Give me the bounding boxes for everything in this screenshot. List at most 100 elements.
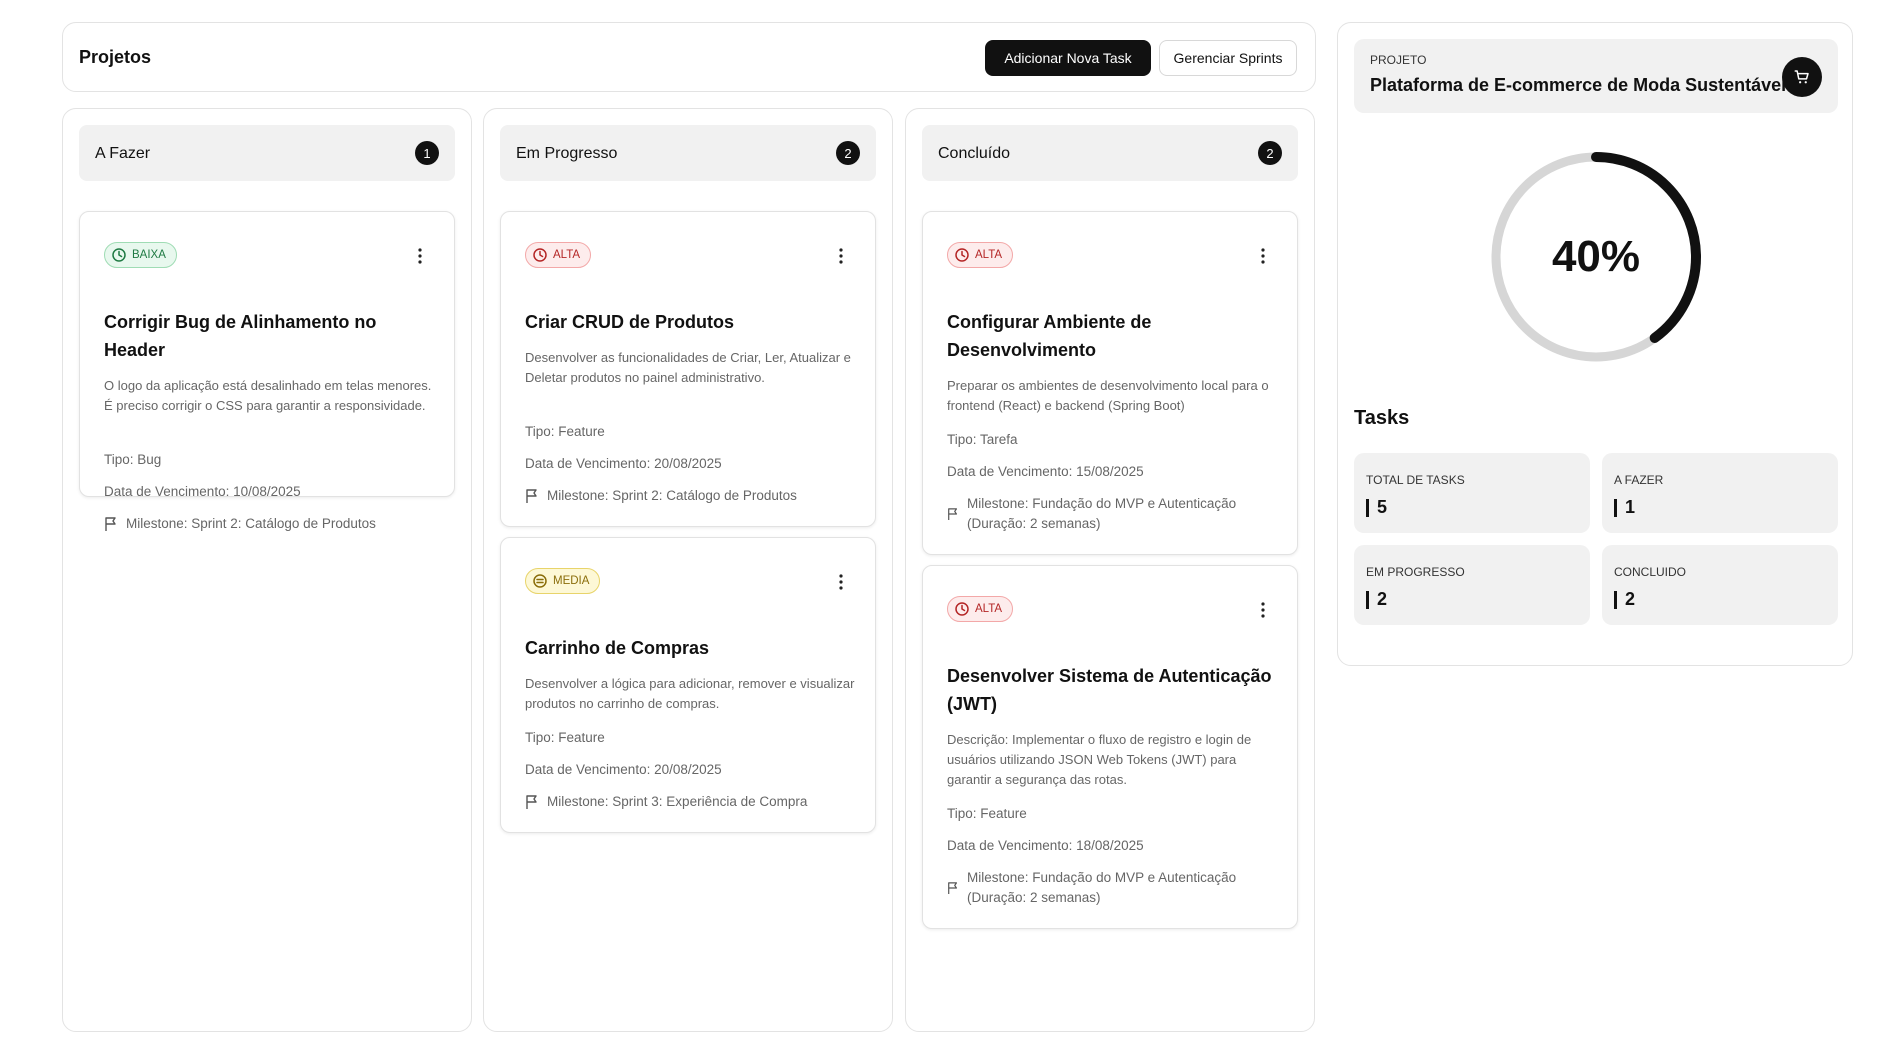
stat-value-row: 5: [1366, 497, 1387, 518]
card-milestone: Milestone: Sprint 2: Catálogo de Produto…: [525, 486, 855, 506]
card-milestone: Milestone: Sprint 2: Catálogo de Produto…: [104, 514, 434, 534]
more-options-icon[interactable]: [1259, 600, 1267, 620]
column-count-badge: 2: [836, 141, 860, 165]
priority-badge: MEDIA: [525, 568, 601, 594]
project-name: Plataforma de E-commerce de Moda Sustent…: [1370, 75, 1787, 95]
column-label: Concluído: [938, 145, 1011, 162]
card-description: Descrição: Implementar o fluxo de regist…: [947, 732, 1252, 787]
project-caption: PROJETO: [1370, 53, 1427, 67]
priority-badge: ALTA: [525, 242, 592, 268]
flag-icon: [105, 517, 116, 531]
stat-value-row: 2: [1366, 589, 1387, 610]
priority-clock-icon: [955, 602, 969, 616]
priority-label: BAIXA: [132, 249, 166, 261]
stat-value-row: 1: [1614, 497, 1635, 518]
priority-label: ALTA: [975, 249, 1003, 261]
column-in-progress: Em Progresso 2 ALTA Criar CRUD de Produt…: [483, 108, 893, 1032]
add-task-button[interactable]: Adicionar Nova Task: [985, 40, 1151, 76]
card-milestone: Milestone: Fundação do MVP e Autenticaçã…: [947, 494, 1277, 534]
card-type: Tipo: Feature: [947, 806, 1027, 821]
card-title: Corrigir Bug de Alinhamento no Header: [104, 312, 377, 360]
stat-bar: [1366, 590, 1369, 609]
column-header: Concluído 2: [922, 125, 1298, 181]
page-title: Projetos: [79, 47, 152, 67]
card-description: O logo da aplicação está desalinhado em …: [104, 378, 432, 413]
shopping-cart-icon[interactable]: [1782, 57, 1822, 97]
card-description: Preparar os ambientes de desenvolvimento…: [947, 378, 1269, 413]
project-summary-panel: PROJETO Plataforma de E-commerce de Moda…: [1337, 22, 1853, 666]
stat-bar: [1614, 498, 1617, 517]
card-description: Desenvolver a lógica para adicionar, rem…: [525, 676, 855, 711]
column-count-badge: 1: [415, 141, 439, 165]
tasks-heading: Tasks: [1354, 407, 1410, 429]
card-type: Tipo: Tarefa: [947, 432, 1018, 447]
stat-bar: [1366, 498, 1369, 517]
column-label: Em Progresso: [516, 145, 618, 162]
flag-icon: [526, 489, 537, 503]
more-options-icon[interactable]: [837, 572, 845, 592]
stat-caption: CONCLUIDO: [1614, 565, 1687, 579]
card-title: Desenvolver Sistema de Autenticação (JWT…: [947, 666, 1272, 714]
card-title: Carrinho de Compras: [525, 638, 710, 658]
milestone-label: Milestone: Sprint 2: Catálogo de Produto…: [126, 516, 376, 531]
card-due-date: Data de Vencimento: 20/08/2025: [525, 762, 722, 777]
stat-value: 2: [1625, 589, 1636, 609]
stat-em-progresso: EM PROGRESSO 2: [1354, 545, 1590, 625]
progress-percentage: 40%: [1551, 232, 1641, 281]
project-info: PROJETO Plataforma de E-commerce de Moda…: [1354, 39, 1838, 113]
milestone-label: Milestone: Fundação do MVP e Autenticaçã…: [967, 496, 1237, 531]
priority-clock-icon: [112, 248, 126, 262]
priority-clock-icon: [533, 248, 547, 262]
card-milestone: Milestone: Sprint 3: Experiência de Comp…: [525, 792, 855, 812]
stat-a-fazer: A FAZER 1: [1602, 453, 1838, 533]
card-title: Configurar Ambiente de Desenvolvimento: [947, 312, 1152, 360]
column-header: Em Progresso 2: [500, 125, 876, 181]
priority-label: MEDIA: [553, 575, 590, 587]
task-card[interactable]: ALTA Desenvolver Sistema de Autenticação…: [922, 565, 1298, 929]
column-header: A Fazer 1: [79, 125, 455, 181]
column-todo: A Fazer 1 BAIXA Corrigir Bug de Alinhame…: [62, 108, 472, 1032]
card-type: Tipo: Feature: [525, 424, 605, 439]
stat-bar: [1614, 590, 1617, 609]
card-due-date: Data de Vencimento: 15/08/2025: [947, 464, 1144, 479]
card-type: Tipo: Feature: [525, 730, 605, 745]
card-due-date: Data de Vencimento: 10/08/2025: [104, 484, 301, 499]
column-done: Concluído 2 ALTA Configurar Ambiente de …: [905, 108, 1315, 1032]
card-type: Tipo: Bug: [104, 452, 162, 467]
card-description: Desenvolver as funcionalidades de Criar,…: [525, 350, 851, 385]
milestone-label: Milestone: Fundação do MVP e Autenticaçã…: [967, 870, 1237, 905]
milestone-label: Milestone: Sprint 2: Catálogo de Produto…: [547, 488, 797, 503]
stat-value: 2: [1377, 589, 1388, 609]
stat-value: 1: [1625, 497, 1636, 517]
priority-badge: BAIXA: [104, 242, 177, 268]
stat-value-row: 2: [1614, 589, 1635, 610]
priority-label: ALTA: [553, 249, 581, 261]
more-options-icon[interactable]: [1259, 246, 1267, 266]
priority-label: ALTA: [975, 603, 1003, 615]
task-card[interactable]: ALTA Criar CRUD de Produtos Desenvolver …: [500, 211, 876, 527]
column-count-badge: 2: [1258, 141, 1282, 165]
stat-caption: A FAZER: [1614, 473, 1664, 487]
projects-header: Projetos Adicionar Nova Task Gerenciar S…: [62, 22, 1316, 92]
task-card[interactable]: BAIXA Corrigir Bug de Alinhamento no Hea…: [79, 211, 455, 531]
stat-value: 5: [1377, 497, 1388, 517]
more-options-icon[interactable]: [837, 246, 845, 266]
stat-caption: EM PROGRESSO: [1366, 565, 1465, 579]
stat-concluido: CONCLUIDO 2: [1602, 545, 1838, 625]
stat-caption: TOTAL DE TASKS: [1366, 473, 1465, 487]
milestone-label: Milestone: Sprint 3: Experiência de Comp…: [547, 794, 808, 809]
flag-icon: [948, 508, 958, 520]
column-label: A Fazer: [95, 145, 151, 162]
priority-clock-icon: [955, 248, 969, 262]
card-milestone: Milestone: Fundação do MVP e Autenticaçã…: [947, 868, 1277, 908]
priority-badge: ALTA: [947, 596, 1014, 622]
priority-equal-icon: [533, 574, 547, 588]
card-due-date: Data de Vencimento: 18/08/2025: [947, 838, 1144, 853]
stat-total-tasks: TOTAL DE TASKS 5: [1354, 453, 1590, 533]
more-options-icon[interactable]: [416, 246, 424, 266]
task-card[interactable]: ALTA Configurar Ambiente de Desenvolvime…: [922, 211, 1298, 555]
card-title: Criar CRUD de Produtos: [525, 312, 735, 332]
card-due-date: Data de Vencimento: 20/08/2025: [525, 456, 722, 471]
manage-sprints-button[interactable]: Gerenciar Sprints: [1159, 40, 1297, 76]
task-card[interactable]: MEDIA Carrinho de Compras Desenvolver a …: [500, 537, 876, 833]
